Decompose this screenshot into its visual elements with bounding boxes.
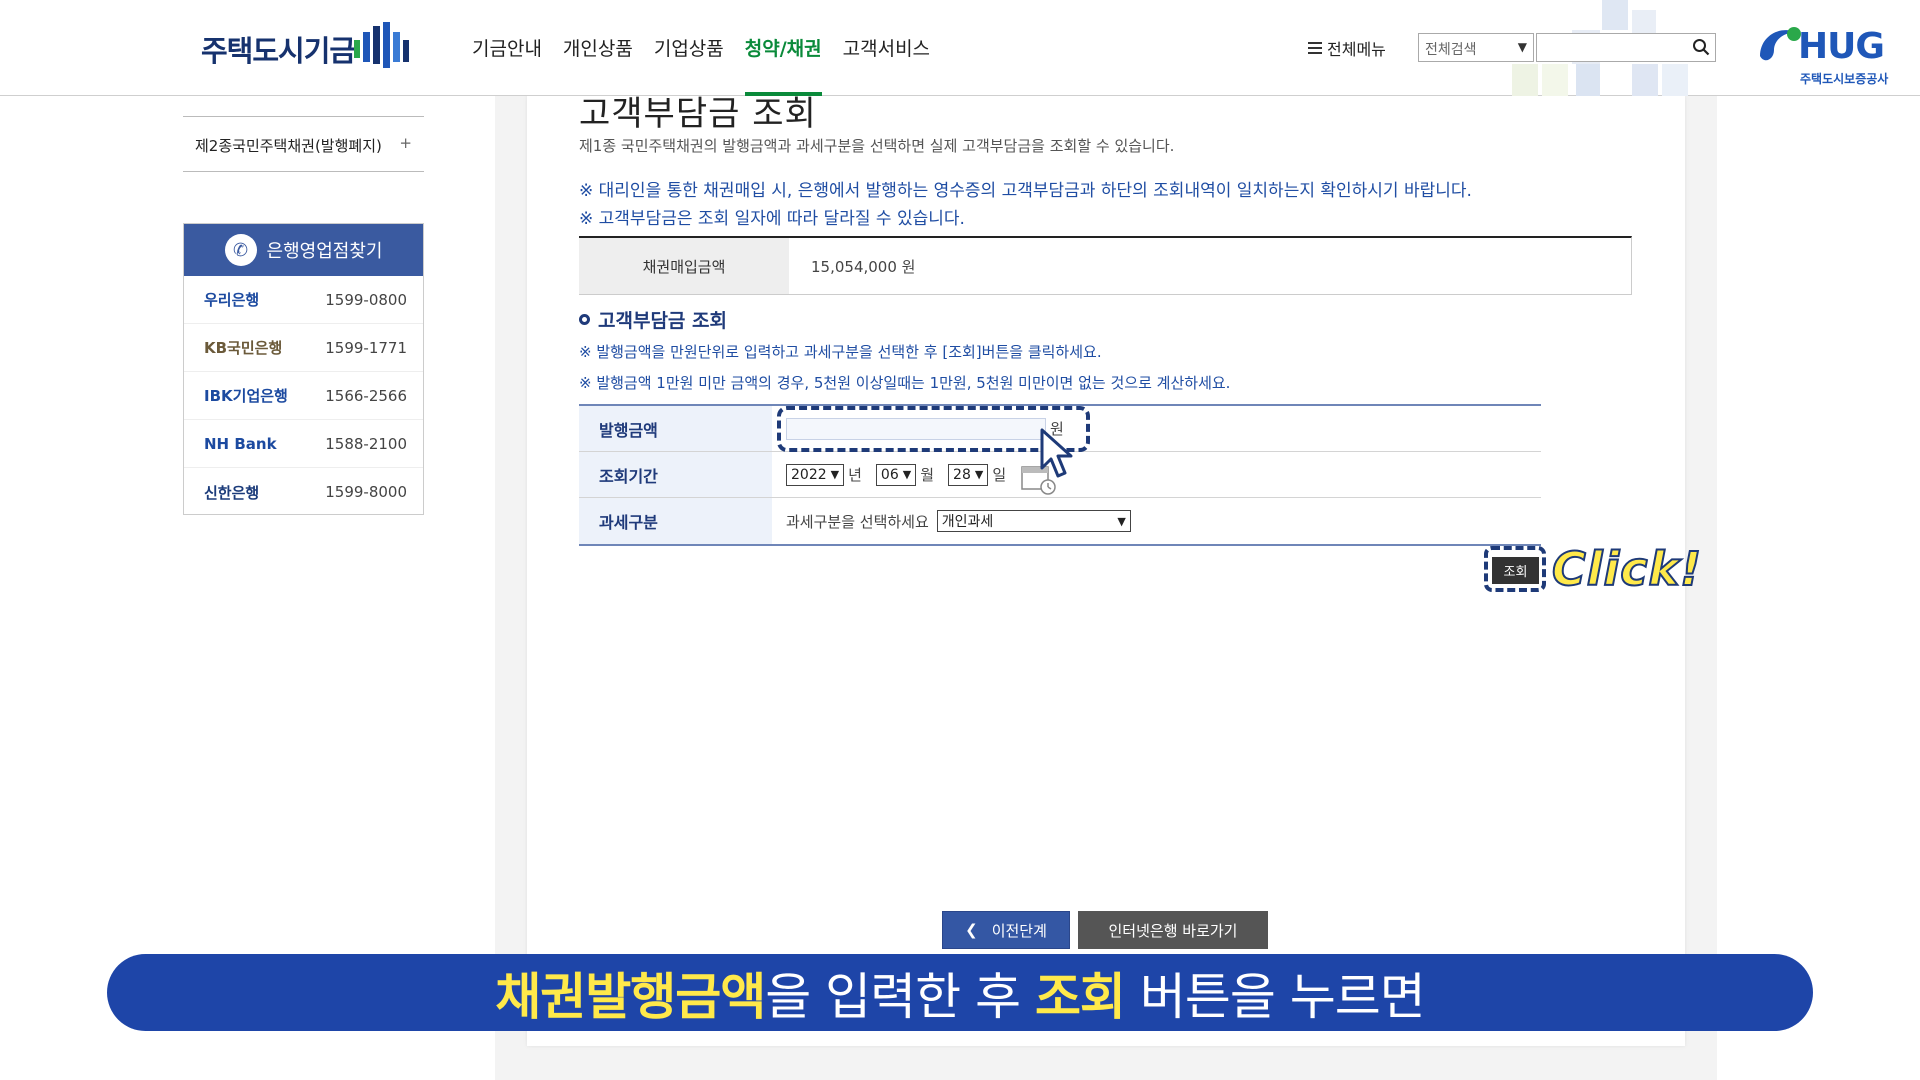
all-menu-label: 전체메뉴 <box>1327 40 1386 59</box>
month-value: 06 <box>880 466 899 483</box>
mouse-cursor-icon <box>1040 428 1073 478</box>
bank-finder-header[interactable]: ✆ 은행영업점찾기 <box>184 224 423 276</box>
tax-label: 과세구분 <box>579 498 772 544</box>
previous-step-button[interactable]: ❮ 이전단계 <box>942 911 1070 949</box>
hug-logo-subtitle: 주택도시보증공사 <box>1800 72 1889 86</box>
plus-icon: + <box>399 134 412 152</box>
tax-prompt: 과세구분을 선택하세요 <box>786 512 929 531</box>
search-icon[interactable] <box>1692 38 1710 56</box>
bank-name: 우리은행 <box>204 291 260 309</box>
day-select[interactable]: 28 ▼ <box>948 463 989 486</box>
bank-tel: 1599-0800 <box>325 290 407 309</box>
section-title: 고객부담금 조회 <box>579 306 727 333</box>
bank-row-nh[interactable]: NH Bank 1588-2100 <box>184 420 423 468</box>
hug-logo-text[interactable]: HUG <box>1798 26 1885 67</box>
amount-label: 발행금액 <box>579 406 772 451</box>
day-unit: 일 <box>992 466 1007 484</box>
instruction-text: ※ 발행금액을 만원단위로 입력하고 과세구분을 선택한 후 [조회]버튼을 클… <box>579 343 1102 361</box>
year-value: 2022 <box>791 466 827 483</box>
nav-customer-service[interactable]: 고객서비스 <box>843 34 930 61</box>
caption-text: 채권발행금액을 입력한 후 조회 버튼을 누르면 <box>495 957 1426 1029</box>
purchase-amount-table: 채권매입금액 15,054,000 원 <box>579 236 1632 295</box>
chevron-left-icon: ❮ <box>965 921 978 939</box>
bank-row-ibk[interactable]: IBK기업은행 1566-2566 <box>184 372 423 420</box>
phone-icon: ✆ <box>224 234 257 266</box>
bank-name: NH Bank <box>204 434 277 453</box>
period-label: 조회기간 <box>579 452 772 497</box>
bank-row-kb[interactable]: KB국민은행 1599-1771 <box>184 324 423 372</box>
month-select[interactable]: 06 ▼ <box>875 463 917 486</box>
page-description: 제1종 국민주택채권의 발행금액과 과세구분을 선택하면 실제 고객부담금을 조… <box>579 137 1175 155</box>
notice-text: ※ 고객부담금은 조회 일자에 따라 달라질 수 있습니다. <box>579 209 965 229</box>
year-unit: 년 <box>848 466 862 484</box>
hamburger-icon <box>1308 42 1322 54</box>
bank-name: IBK기업은행 <box>204 387 288 405</box>
chevron-down-icon: ▼ <box>1117 514 1126 528</box>
instruction-text: ※ 발행금액 1만원 미만 금액의 경우, 5천원 이상일때는 1만원, 5천원… <box>579 374 1231 392</box>
bank-tel: 1599-1771 <box>325 338 407 357</box>
year-select[interactable]: 2022 ▼ <box>786 463 845 486</box>
sidebar-item-type2-bond[interactable]: 제2종국민주택채권(발행폐지) + <box>183 116 424 172</box>
bank-branch-finder: ✆ 은행영업점찾기 우리은행 1599-0800 KB국민은행 1599-177… <box>183 223 424 515</box>
bank-name: KB국민은행 <box>204 339 283 357</box>
purchase-amount-label: 채권매입금액 <box>579 238 789 294</box>
site-logo[interactable]: 주택도시기금 <box>201 28 356 70</box>
previous-step-label: 이전단계 <box>991 921 1047 940</box>
chevron-down-icon: ▼ <box>830 468 840 481</box>
caption-normal: 을 입력한 후 <box>765 967 1035 1026</box>
tax-type-value: 개인과세 <box>941 514 994 530</box>
caption-highlight: 채권발행금액 <box>495 967 766 1026</box>
click-annotation: Click! <box>1551 541 1703 597</box>
caption-normal: 버튼을 누르면 <box>1124 967 1426 1026</box>
nav-personal-products[interactable]: 개인상품 <box>563 34 633 61</box>
day-value: 28 <box>953 466 971 483</box>
caption-highlight: 조회 <box>1034 967 1126 1026</box>
bullet-icon <box>579 314 590 325</box>
search-input[interactable] <box>1536 33 1716 62</box>
site-header: 주택도시기금 기금안내 개인상품 기업상품 청약/채권 고객서비스 전체메뉴 전… <box>0 0 1920 96</box>
section-title-text: 고객부담금 조회 <box>598 310 727 332</box>
bank-tel: 1566-2566 <box>325 386 407 405</box>
main-nav: 기금안내 개인상품 기업상품 청약/채권 고객서비스 <box>472 34 951 96</box>
chevron-down-icon: ▼ <box>974 468 984 481</box>
tax-type-select[interactable]: 개인과세 ▼ <box>936 510 1131 532</box>
bank-row-shinhan[interactable]: 신한은행 1599-8000 <box>184 468 423 516</box>
search-scope-select[interactable]: 전체검색 ▼ <box>1418 33 1534 62</box>
chevron-down-icon: ▼ <box>902 468 912 481</box>
bank-tel: 1599-8000 <box>325 483 407 501</box>
notice-text: ※ 대리인을 통한 채권매입 시, 은행에서 발행하는 영수증의 고객부담금과 … <box>579 181 1472 201</box>
nav-subscription-bonds[interactable]: 청약/채권 <box>744 34 822 96</box>
form-row-tax: 과세구분 과세구분을 선택하세요 개인과세 ▼ <box>579 498 1541 544</box>
lookup-button[interactable]: 조회 <box>1492 557 1539 584</box>
month-unit: 월 <box>920 466 935 484</box>
internet-bank-button[interactable]: 인터넷은행 바로가기 <box>1078 911 1268 949</box>
bank-finder-title: 은행영업점찾기 <box>266 241 383 262</box>
chevron-down-icon: ▼ <box>1517 40 1527 54</box>
nav-fund-info[interactable]: 기금안내 <box>472 34 542 61</box>
bank-row-woori[interactable]: 우리은행 1599-0800 <box>184 276 423 324</box>
sidebar-item-label: 제2종국민주택채권(발행폐지) <box>195 137 382 155</box>
purchase-amount-value: 15,054,000 원 <box>811 257 916 276</box>
bank-name: 신한은행 <box>204 483 260 502</box>
search-scope-value: 전체검색 <box>1425 42 1477 58</box>
logo-mark-icon <box>354 22 409 68</box>
bank-tel: 1588-2100 <box>325 434 407 453</box>
nav-corporate-products[interactable]: 기업상품 <box>654 34 724 61</box>
all-menu-button[interactable]: 전체메뉴 <box>1308 36 1386 60</box>
video-caption: 채권발행금액을 입력한 후 조회 버튼을 누르면 <box>107 954 1813 1031</box>
